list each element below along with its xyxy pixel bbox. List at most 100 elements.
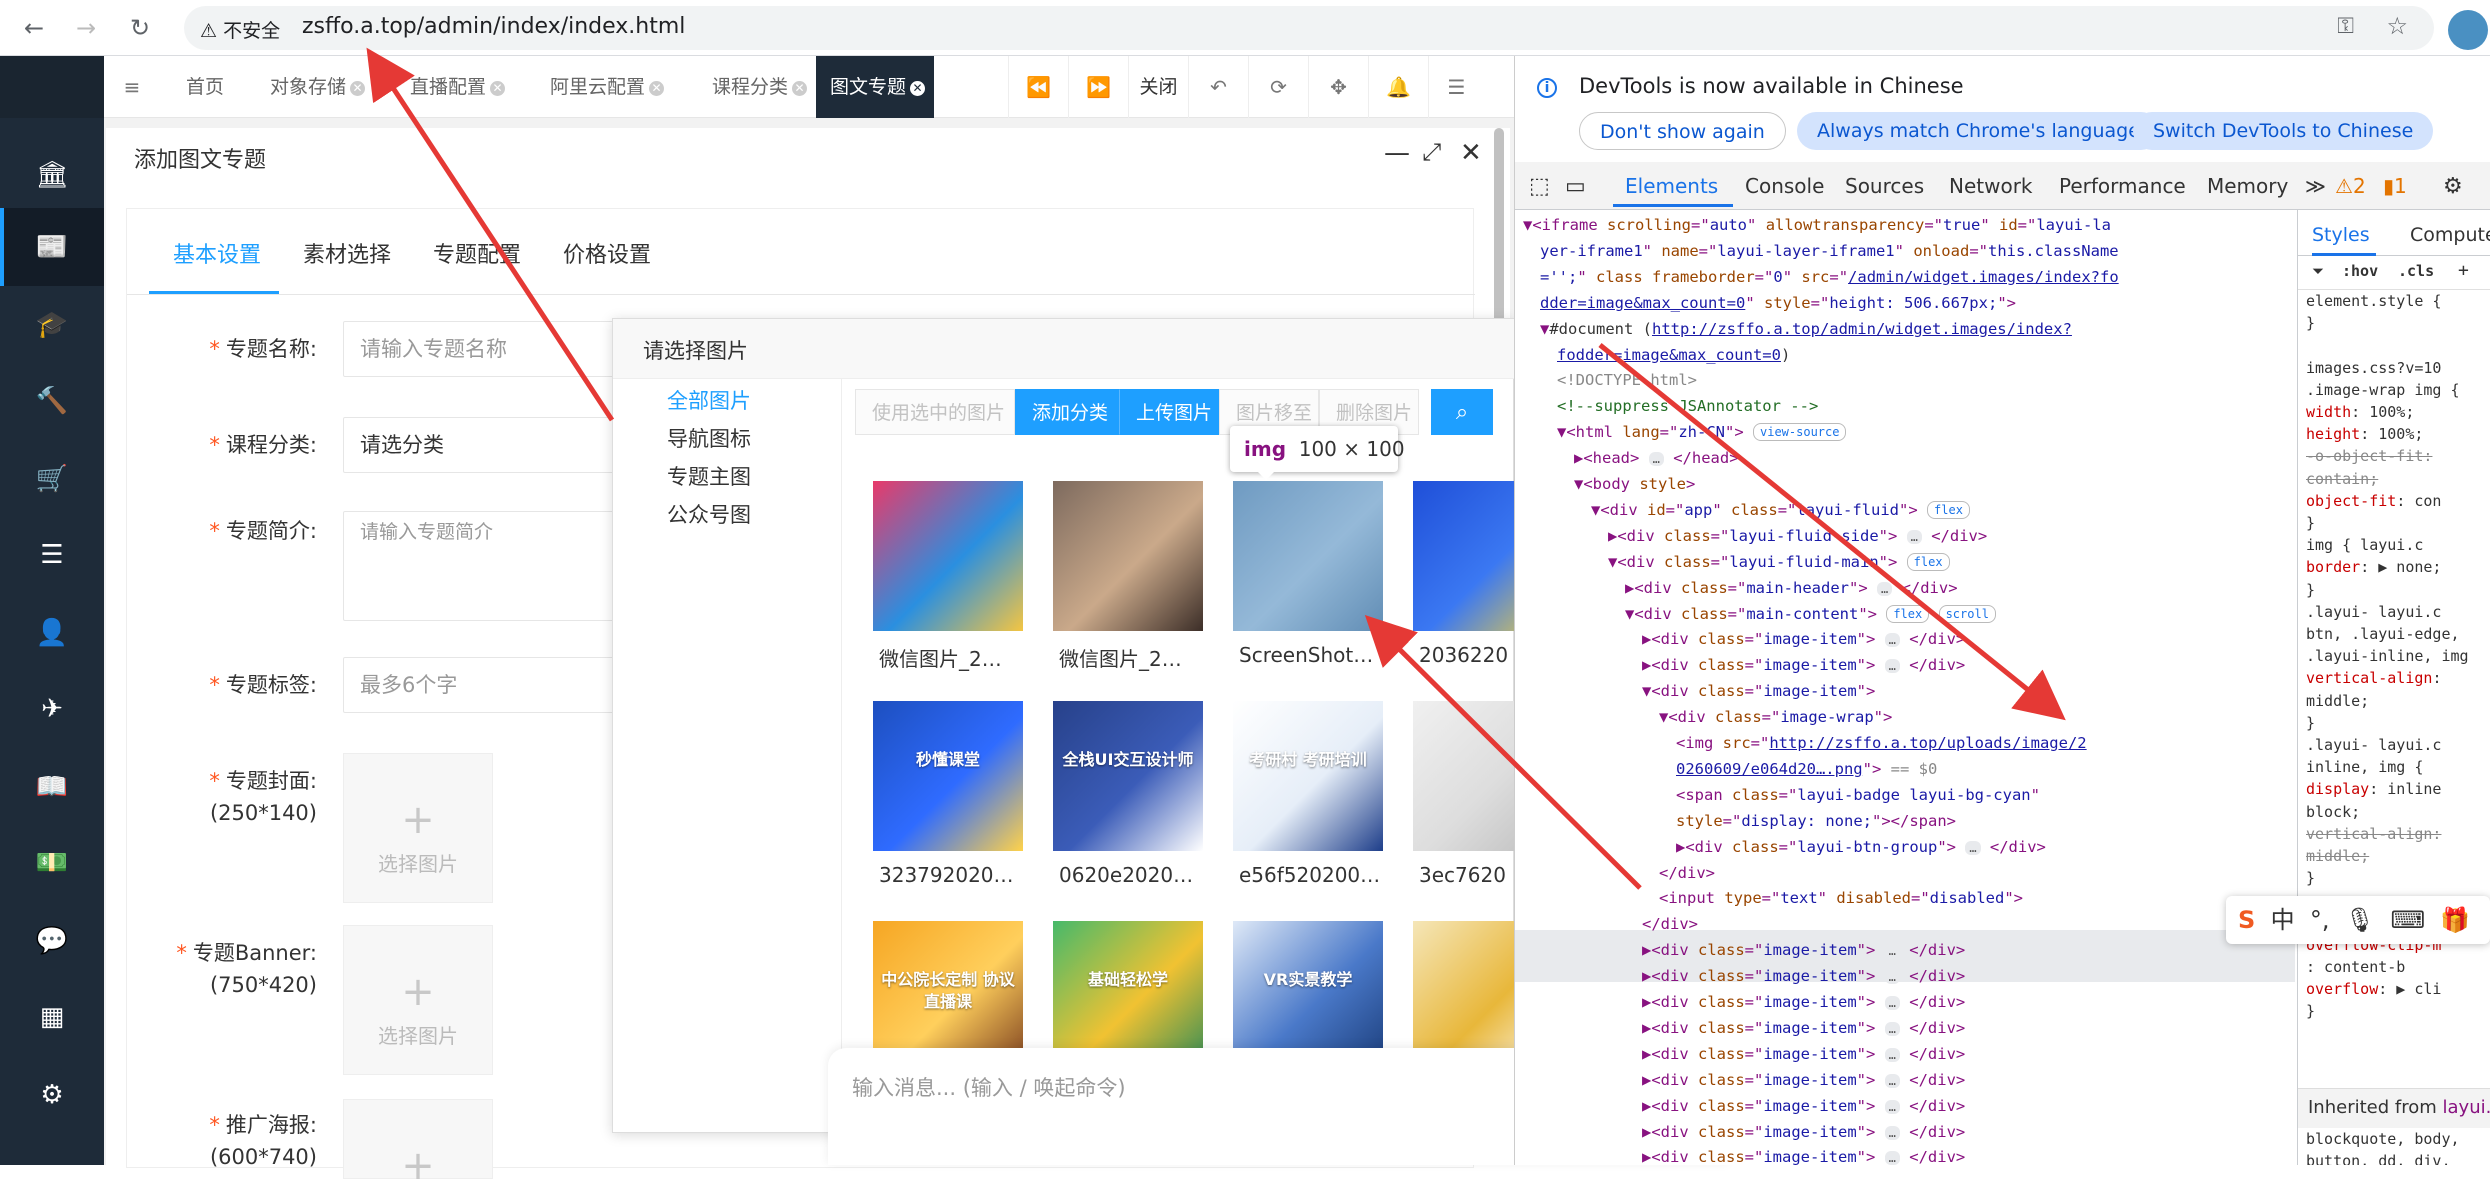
dom-node-line[interactable]: ▶<div class="image-item"> … </div> [1642,652,1965,678]
tab-close-icon[interactable]: ✕ [649,81,665,96]
more-tabs-icon[interactable]: ≫ [2305,174,2326,198]
style-rule-line[interactable]: .layui-inline, img [2306,645,2469,667]
dom-node-line[interactable]: ▼<html lang="zh-CN"> view-source [1557,419,1847,445]
bookmark-star-icon[interactable]: ☆ [2386,12,2408,40]
dom-node-line[interactable]: ▶<div class="image-item"> … </div> [1642,937,1965,963]
use-selected-button[interactable]: 使用选中的图片 [855,389,1015,435]
move-icon[interactable]: ✥ [1308,56,1368,118]
inspect-element-icon[interactable]: ⬚ [1529,174,1550,199]
new-rule-icon[interactable]: + [2458,260,2469,281]
back-icon[interactable]: ← [18,12,50,44]
style-rule-line[interactable]: } [2306,712,2315,734]
ime-punctuation-icon[interactable]: °, [2310,906,2330,934]
image-thumbnail[interactable] [1413,481,1515,631]
sidebar-item-list-icon[interactable]: ☰ [0,516,104,594]
sidebar-item-gear-icon[interactable]: ⚙ [0,1056,104,1134]
dom-node-line[interactable]: ▶<div class="image-item"> … </div> [1642,1067,1965,1093]
tab-object-storage[interactable]: 对象存储 ✕ [256,56,379,118]
image-thumbnail[interactable] [873,481,1023,631]
style-rule-line[interactable]: display: inline [2306,778,2441,800]
style-rule-line[interactable]: : content-b [2306,956,2405,978]
dom-node-line[interactable]: ▼<iframe scrolling="auto" allowtranspare… [1523,212,2111,238]
maximize-icon[interactable]: ⤢ [1422,138,1441,166]
filter-icon[interactable]: ⏷ [2312,262,2324,280]
profile-avatar[interactable] [2448,10,2488,50]
dom-node-line[interactable]: ▶<div class="image-item"> … </div> [1642,989,1965,1015]
tab-memory[interactable]: Memory [2207,174,2288,198]
dom-node-line[interactable]: <!--suppress JSAnnotator --> [1557,393,1818,419]
forward-icon[interactable]: → [70,12,102,44]
sidebar-item-book-icon[interactable]: 📖 [0,748,104,826]
scroll-left-icon[interactable]: ⏪ [1008,56,1068,118]
style-rule-line[interactable]: images.css?v=10 [2306,357,2441,379]
dom-node-line[interactable]: <input type="text" disabled="disabled"> [1659,885,2023,911]
dom-node-line[interactable]: ▼<div id="app" class="layui-fluid"> flex [1591,497,1970,523]
style-rule-line[interactable]: element.style { [2306,290,2441,312]
refresh-icon[interactable]: ⟳ [1248,56,1308,118]
sidebar-item-cart-icon[interactable]: 🛒 [0,440,104,518]
dom-node-line[interactable]: ▶<div class="image-item"> … </div> [1642,963,1965,989]
style-rule-line[interactable]: vertical-align: [2306,667,2441,689]
tab-home[interactable]: 首页 [172,56,238,118]
warnings-count[interactable]: ⚠2 [2335,174,2366,198]
dom-node-line[interactable]: ▶<div class="image-item"> … </div> [1642,1093,1965,1119]
banner-uploader[interactable]: + 选择图片 [343,925,493,1075]
dom-node-line[interactable]: ▶<div class="main-header"> … </div> [1625,575,1958,601]
gift-icon[interactable]: 🎁 [2440,906,2470,934]
image-thumbnail[interactable]: 考研村 考研培训 [1233,701,1383,851]
tab-close-icon[interactable]: ✕ [490,81,506,96]
style-rule-line[interactable]: } [2306,579,2315,601]
tab-computed[interactable]: Computed [2410,224,2490,246]
dom-node-line[interactable]: </div> [1659,860,1715,886]
switch-to-chinese-button[interactable]: Switch DevTools to Chinese [2133,112,2434,150]
microphone-icon[interactable]: 🎙 [2345,906,2375,934]
style-rule-line[interactable]: border: ▶ none; [2306,556,2441,578]
dom-node-line[interactable]: style="display: none;"></span> [1676,808,1956,834]
style-rule-line[interactable]: .layui- layui.c [2306,601,2441,623]
scroll-right-icon[interactable]: ⏩ [1068,56,1128,118]
style-rule-line[interactable]: .layui- layui.c [2306,734,2441,756]
password-key-icon[interactable]: ⚿ [2337,14,2354,39]
tab-material-select[interactable]: 素材选择 [303,237,391,269]
dom-node-line[interactable]: ▶<div class="image-item"> … </div> [1642,1119,1965,1145]
sidebar-item-user-icon[interactable]: 👤 [0,594,104,672]
tab-course-category[interactable]: 课程分类 ✕ [698,56,821,118]
close-icon[interactable]: ✕ [1460,138,1482,168]
undo-icon[interactable]: ↶ [1188,56,1248,118]
dom-node-line[interactable]: fodder=image&max_count=0) [1557,342,1790,368]
style-rule-line[interactable]: height: 100%; [2306,423,2423,445]
category-wechat-images[interactable]: 公众号图 [667,499,751,529]
category-all-images[interactable]: 全部图片 [667,385,751,415]
style-rule-line[interactable]: .image-wrap img { [2306,379,2460,401]
style-rule-line[interactable]: vertical-align: [2306,823,2441,845]
style-rule-line[interactable]: -o-object-fit: [2306,445,2432,467]
dom-node-line[interactable]: ▼<div class="main-content"> flex scroll [1625,601,1996,627]
dom-node-line[interactable]: ▼<body style> [1574,471,1695,497]
tab-performance[interactable]: Performance [2059,174,2186,198]
image-thumbnail[interactable]: 秒懂课堂 [873,701,1023,851]
tab-styles[interactable]: Styles [2312,224,2370,246]
style-rule-line[interactable]: } [2306,867,2315,889]
minimize-icon[interactable]: — [1384,138,1410,168]
style-rule-line[interactable]: overflow: ▶ cli [2306,978,2441,1000]
dom-node-line[interactable]: ▶<div class="image-item"> … </div> [1642,626,1965,652]
style-rule-line[interactable]: block; [2306,801,2360,823]
poster-uploader[interactable]: + [343,1099,493,1186]
more-menu-icon[interactable]: ☰ [1428,56,1484,118]
ime-chinese-toggle[interactable]: 中 [2271,906,2295,934]
dom-node-line[interactable]: ▶<div class="layui-fluid-side"> … </div> [1608,523,1987,549]
style-rule-line[interactable]: btn, .layui-edge, [2306,623,2460,645]
dom-node-line[interactable]: ▶<div class="image-item"> … </div> [1642,1144,1965,1165]
tab-image-topic[interactable]: 图文专题 ✕ [816,56,934,118]
settings-gear-icon[interactable]: ⚙ [2443,174,2463,199]
style-rule-line[interactable]: contain; [2306,468,2378,490]
tab-basic-settings[interactable]: 基本设置 [173,237,261,269]
not-secure-indicator[interactable]: ⚠ 不安全 [200,16,280,43]
sidebar-item-bank-icon[interactable]: 🏛 [0,136,104,214]
dom-node-line[interactable]: 0260609/e064d20….png"> == $0 [1676,756,1937,782]
dom-node-line[interactable]: ▶<div class="image-item"> … </div> [1642,1041,1965,1067]
image-thumbnail[interactable] [1053,481,1203,631]
cls-toggle[interactable]: .cls [2398,262,2434,280]
dom-node-line[interactable]: <img src="http://zsffo.a.top/uploads/ima… [1676,730,2087,756]
style-rule-line[interactable]: inline, img { [2306,756,2423,778]
